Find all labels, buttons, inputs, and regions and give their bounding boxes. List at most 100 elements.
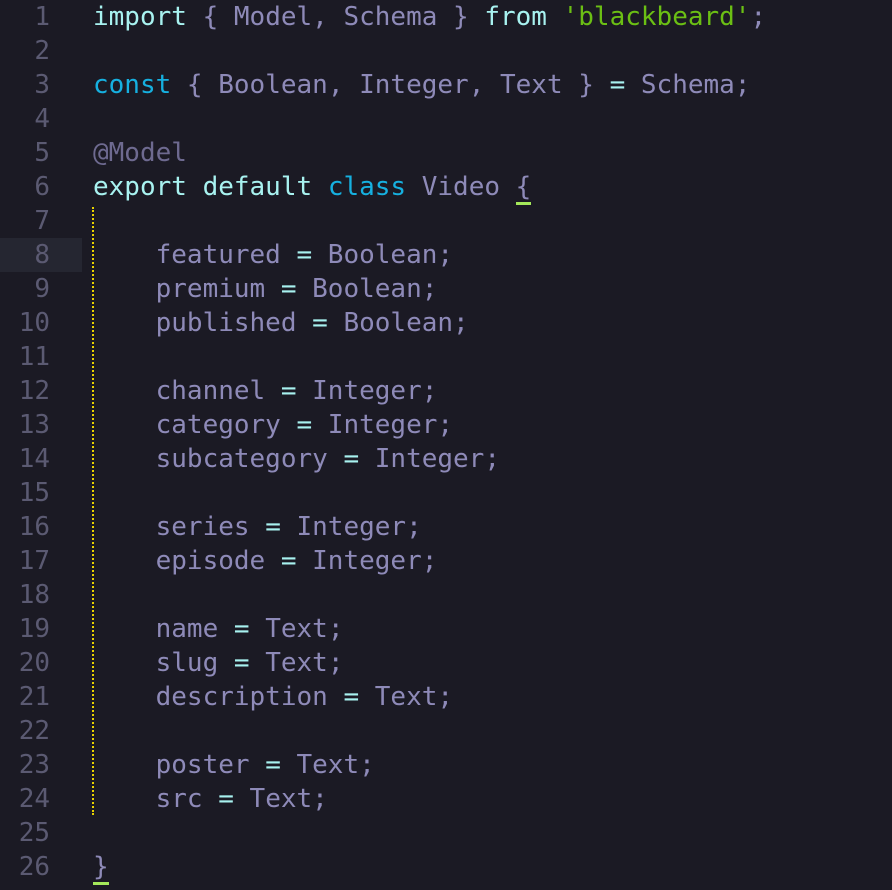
code-token: category bbox=[93, 410, 297, 440]
code-line[interactable]: 21 description = Text; bbox=[0, 680, 892, 714]
keyword-token: export default bbox=[93, 172, 328, 202]
code-token: Text; bbox=[249, 648, 344, 678]
code-token: Text; bbox=[233, 784, 328, 814]
code-token: Boolean; bbox=[327, 308, 469, 338]
line-number: 4 bbox=[34, 104, 50, 134]
code-line[interactable]: 26} bbox=[0, 850, 892, 885]
line-code: premium = Boolean; bbox=[93, 272, 438, 306]
gutter[interactable]: 13 bbox=[0, 408, 82, 442]
code-line[interactable]: 11 bbox=[0, 340, 892, 374]
gutter[interactable]: 3 bbox=[0, 68, 82, 102]
code-token: Boolean; bbox=[296, 274, 438, 304]
gutter[interactable]: 8 bbox=[0, 238, 82, 272]
code-token: episode bbox=[93, 546, 281, 576]
gutter[interactable]: 15 bbox=[0, 476, 82, 510]
code-line[interactable]: 23 poster = Text; bbox=[0, 748, 892, 782]
code-line[interactable]: 6 export default class Video { bbox=[0, 170, 892, 205]
code-token: { Boolean, Integer, Text } bbox=[171, 70, 610, 100]
code-token: Text; bbox=[249, 614, 344, 644]
gutter[interactable]: 6 bbox=[0, 170, 82, 204]
code-line[interactable]: 19 name = Text; bbox=[0, 612, 892, 646]
code-token: published bbox=[93, 308, 313, 338]
gutter[interactable]: 21 bbox=[0, 680, 82, 714]
gutter[interactable]: 12 bbox=[0, 374, 82, 408]
gutter[interactable]: 18 bbox=[0, 578, 82, 612]
gutter[interactable]: 11 bbox=[0, 340, 82, 374]
storage-keyword-token: class bbox=[327, 172, 407, 202]
operator-token: = bbox=[343, 682, 360, 712]
line-number: 1 bbox=[34, 2, 50, 32]
code-line[interactable]: 8 featured = Boolean; bbox=[0, 238, 892, 272]
gutter[interactable]: 23 bbox=[0, 748, 82, 782]
code-token: Schema; bbox=[625, 70, 751, 100]
line-code: slug = Text; bbox=[93, 646, 344, 680]
gutter[interactable]: 9 bbox=[0, 272, 82, 306]
decorator-token: @Model bbox=[93, 138, 187, 168]
line-number: 11 bbox=[18, 342, 50, 372]
code-line[interactable]: 16 series = Integer; bbox=[0, 510, 892, 544]
code-token: Boolean; bbox=[312, 240, 454, 270]
line-code: name = Text; bbox=[93, 612, 344, 646]
code-line[interactable]: 20 slug = Text; bbox=[0, 646, 892, 680]
code-line[interactable]: 15 bbox=[0, 476, 892, 510]
line-number: 16 bbox=[18, 512, 50, 542]
code-line[interactable]: 7 bbox=[0, 204, 892, 238]
code-token: slug bbox=[93, 648, 234, 678]
gutter[interactable]: 17 bbox=[0, 544, 82, 578]
line-number: 12 bbox=[18, 376, 50, 406]
code-line[interactable]: 22 bbox=[0, 714, 892, 748]
gutter[interactable]: 25 bbox=[0, 816, 82, 850]
code-line[interactable]: 10 published = Boolean; bbox=[0, 306, 892, 340]
line-code: } bbox=[93, 850, 109, 885]
gutter[interactable]: 4 bbox=[0, 102, 82, 136]
code-token: Integer; bbox=[280, 512, 422, 542]
gutter[interactable]: 22 bbox=[0, 714, 82, 748]
code-token: featured bbox=[93, 240, 297, 270]
code-line[interactable]: 2 bbox=[0, 34, 892, 68]
code-line[interactable]: 12 channel = Integer; bbox=[0, 374, 892, 408]
code-line[interactable]: 18 bbox=[0, 578, 892, 612]
code-line[interactable]: 25 bbox=[0, 816, 892, 850]
code-token: channel bbox=[93, 376, 281, 406]
line-code: category = Integer; bbox=[93, 408, 453, 442]
storage-keyword-token: const bbox=[93, 70, 172, 100]
code-token: poster bbox=[93, 750, 266, 780]
code-line[interactable]: 14 subcategory = Integer; bbox=[0, 442, 892, 476]
line-number: 7 bbox=[34, 206, 50, 236]
gutter[interactable]: 1 bbox=[0, 0, 82, 34]
gutter[interactable]: 5 bbox=[0, 136, 82, 170]
code-line[interactable]: 17 episode = Integer; bbox=[0, 544, 892, 578]
code-line[interactable]: 4 bbox=[0, 102, 892, 136]
code-token: name bbox=[93, 614, 234, 644]
line-number: 6 bbox=[34, 172, 50, 202]
line-number: 19 bbox=[18, 614, 50, 644]
code-line[interactable]: 5 @Model bbox=[0, 136, 892, 170]
gutter[interactable]: 10 bbox=[0, 306, 82, 340]
code-line[interactable]: 13 category = Integer; bbox=[0, 408, 892, 442]
code-line[interactable]: 1 import { Model, Schema } from 'blackbea… bbox=[0, 0, 892, 34]
matched-bracket: { bbox=[515, 172, 532, 205]
operator-token: = bbox=[280, 546, 297, 576]
code-line[interactable]: 24 src = Text; bbox=[0, 782, 892, 816]
code-line[interactable]: 9 premium = Boolean; bbox=[0, 272, 892, 306]
gutter[interactable]: 14 bbox=[0, 442, 82, 476]
keyword-token: import bbox=[93, 2, 187, 32]
code-editor[interactable]: 1 import { Model, Schema } from 'blackbea… bbox=[0, 0, 892, 890]
code-token: Video bbox=[406, 172, 516, 202]
gutter[interactable]: 19 bbox=[0, 612, 82, 646]
line-code: channel = Integer; bbox=[93, 374, 438, 408]
gutter[interactable]: 24 bbox=[0, 782, 82, 816]
gutter[interactable]: 16 bbox=[0, 510, 82, 544]
gutter[interactable]: 20 bbox=[0, 646, 82, 680]
line-number: 22 bbox=[18, 716, 50, 746]
line-number: 21 bbox=[18, 682, 50, 712]
code-line[interactable]: 3 const { Boolean, Integer, Text } = Sche… bbox=[0, 68, 892, 102]
gutter[interactable]: 26 bbox=[0, 850, 82, 884]
gutter[interactable]: 7 bbox=[0, 204, 82, 238]
line-code: subcategory = Integer; bbox=[93, 442, 500, 476]
operator-token: = bbox=[343, 444, 360, 474]
gutter[interactable]: 2 bbox=[0, 34, 82, 68]
code-token: series bbox=[93, 512, 266, 542]
line-number: 3 bbox=[34, 70, 50, 100]
